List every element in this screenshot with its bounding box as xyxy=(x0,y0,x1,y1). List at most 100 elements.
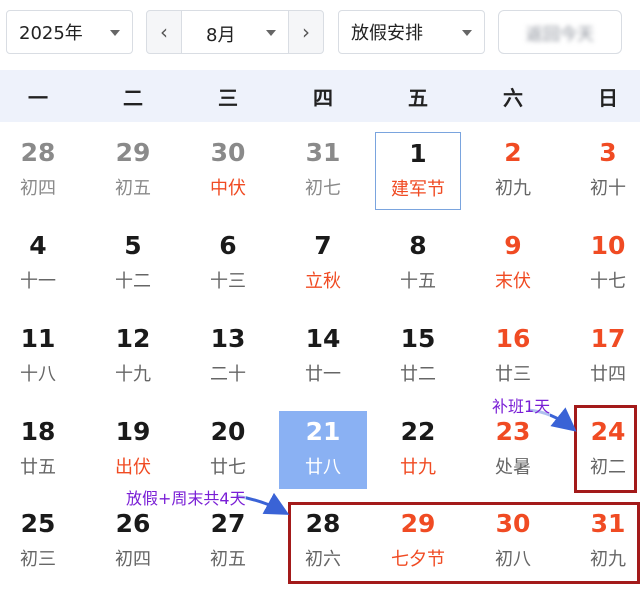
lunar-or-festival-label: 二十 xyxy=(210,364,246,385)
holiday-select-label: 放假安排 xyxy=(351,23,423,44)
calendar-day-cell[interactable]: 26 初四 xyxy=(90,503,176,581)
calendar-day-cell[interactable]: 9 末伏 xyxy=(470,225,556,303)
weekday-label: 日 xyxy=(598,85,618,110)
calendar-day-cell[interactable]: 13 二十 xyxy=(185,318,271,396)
calendar-day-cell[interactable]: 12 十九 xyxy=(90,318,176,396)
year-select-label: 2025年 xyxy=(19,23,83,44)
lunar-or-festival-label: 廿一 xyxy=(305,364,341,385)
month-select[interactable]: 8月 xyxy=(181,10,289,54)
calendar-day-cell[interactable]: 31 初七 xyxy=(280,132,366,210)
weekday-label: 一 xyxy=(28,85,48,110)
chevron-down-icon xyxy=(110,30,120,36)
calendar-day-cell[interactable]: 27 初五 xyxy=(185,503,271,581)
day-number: 7 xyxy=(314,231,332,260)
lunar-or-festival-label: 初七 xyxy=(305,178,341,199)
day-number: 31 xyxy=(305,138,341,167)
calendar-day-cell[interactable]: 29 初五 xyxy=(90,132,176,210)
calendar-day-cell[interactable]: 14 廿一 xyxy=(280,318,366,396)
day-number: 17 xyxy=(590,324,626,353)
weekday-header: 一二三四五六日 xyxy=(0,70,640,122)
holiday-select[interactable]: 放假安排 xyxy=(338,10,485,54)
day-number: 28 xyxy=(20,138,56,167)
chevron-down-icon xyxy=(462,30,472,36)
calendar-day-cell[interactable]: 10 十七 xyxy=(565,225,640,303)
calendar-day-cell[interactable]: 21 廿八 xyxy=(279,411,367,489)
chevron-down-icon xyxy=(266,30,276,36)
lunar-or-festival-label: 廿七 xyxy=(210,457,246,478)
day-number: 19 xyxy=(115,417,151,446)
calendar-day-cell[interactable]: 30 中伏 xyxy=(185,132,271,210)
day-number: 1 xyxy=(409,139,427,168)
lunar-or-festival-label: 立秋 xyxy=(305,271,341,292)
day-number: 12 xyxy=(115,324,151,353)
day-number: 22 xyxy=(400,417,436,446)
makeup-workday-highlight-box xyxy=(574,405,637,493)
lunar-or-festival-label: 中伏 xyxy=(210,178,246,199)
day-number: 27 xyxy=(210,509,246,538)
lunar-or-festival-label: 出伏 xyxy=(115,457,151,478)
lunar-or-festival-label: 十九 xyxy=(115,364,151,385)
day-number: 18 xyxy=(20,417,56,446)
calendar-day-cell[interactable]: 4 十一 xyxy=(0,225,81,303)
lunar-or-festival-label: 廿八 xyxy=(305,457,341,478)
calendar-toolbar: 2025年 ‹ 8月 › 放假安排 返回今天 xyxy=(0,0,640,66)
calendar-day-cell[interactable]: 8 十五 xyxy=(375,225,461,303)
year-select[interactable]: 2025年 xyxy=(6,10,133,54)
lunar-or-festival-label: 十二 xyxy=(115,271,151,292)
calendar-day-cell[interactable]: 22 廿九 xyxy=(375,411,461,489)
lunar-or-festival-label: 初九 xyxy=(495,178,531,199)
calendar-day-cell[interactable]: 17 廿四 xyxy=(565,318,640,396)
calendar-day-cell[interactable]: 16 廿三 xyxy=(470,318,556,396)
lunar-or-festival-label: 廿五 xyxy=(20,457,56,478)
day-number: 30 xyxy=(210,138,246,167)
lunar-or-festival-label: 处暑 xyxy=(495,457,531,478)
day-number: 13 xyxy=(210,324,246,353)
calendar-day-cell[interactable]: 3 初十 xyxy=(565,132,640,210)
calendar-day-cell[interactable]: 6 十三 xyxy=(185,225,271,303)
lunar-or-festival-label: 初四 xyxy=(20,178,56,199)
calendar-day-cell[interactable]: 23 处暑 xyxy=(470,411,556,489)
day-number: 25 xyxy=(20,509,56,538)
day-number: 8 xyxy=(409,231,427,260)
today-button[interactable]: 返回今天 xyxy=(498,10,622,54)
prev-month-button[interactable]: ‹ xyxy=(147,11,181,53)
calendar-day-cell[interactable]: 1 建军节 xyxy=(375,132,461,210)
calendar-day-cell[interactable]: 7 立秋 xyxy=(280,225,366,303)
lunar-or-festival-label: 初五 xyxy=(115,178,151,199)
day-number: 5 xyxy=(124,231,142,260)
next-month-button[interactable]: › xyxy=(289,11,323,53)
lunar-or-festival-label: 廿九 xyxy=(400,457,436,478)
day-number: 23 xyxy=(495,417,531,446)
lunar-or-festival-label: 十三 xyxy=(210,271,246,292)
lunar-or-festival-label: 十五 xyxy=(400,271,436,292)
lunar-or-festival-label: 建军节 xyxy=(391,179,445,200)
weekday-label: 三 xyxy=(218,85,238,110)
lunar-or-festival-label: 廿三 xyxy=(495,364,531,385)
lunar-or-festival-label: 廿二 xyxy=(400,364,436,385)
lunar-or-festival-label: 初五 xyxy=(210,549,246,570)
day-number: 29 xyxy=(115,138,151,167)
calendar-day-cell[interactable]: 18 廿五 xyxy=(0,411,81,489)
day-number: 21 xyxy=(305,417,341,446)
weekday-label: 五 xyxy=(408,85,428,110)
day-number: 4 xyxy=(29,231,47,260)
day-number: 15 xyxy=(400,324,436,353)
calendar-day-cell[interactable]: 2 初九 xyxy=(470,132,556,210)
day-number: 9 xyxy=(504,231,522,260)
calendar-day-cell[interactable]: 15 廿二 xyxy=(375,318,461,396)
month-select-label: 8月 xyxy=(206,25,236,46)
calendar-day-cell[interactable]: 5 十二 xyxy=(90,225,176,303)
day-number: 6 xyxy=(219,231,237,260)
day-number: 26 xyxy=(115,509,151,538)
day-number: 10 xyxy=(590,231,626,260)
lunar-or-festival-label: 初三 xyxy=(20,549,56,570)
calendar-day-cell[interactable]: 11 十八 xyxy=(0,318,81,396)
day-number: 14 xyxy=(305,324,341,353)
lunar-or-festival-label: 初十 xyxy=(590,178,626,199)
calendar-day-cell[interactable]: 25 初三 xyxy=(0,503,81,581)
calendar-day-cell[interactable]: 28 初四 xyxy=(0,132,81,210)
holiday-period-highlight-box xyxy=(288,502,640,584)
calendar-day-cell[interactable]: 19 出伏 xyxy=(90,411,176,489)
calendar-day-cell[interactable]: 20 廿七 xyxy=(185,411,271,489)
day-number: 2 xyxy=(504,138,522,167)
